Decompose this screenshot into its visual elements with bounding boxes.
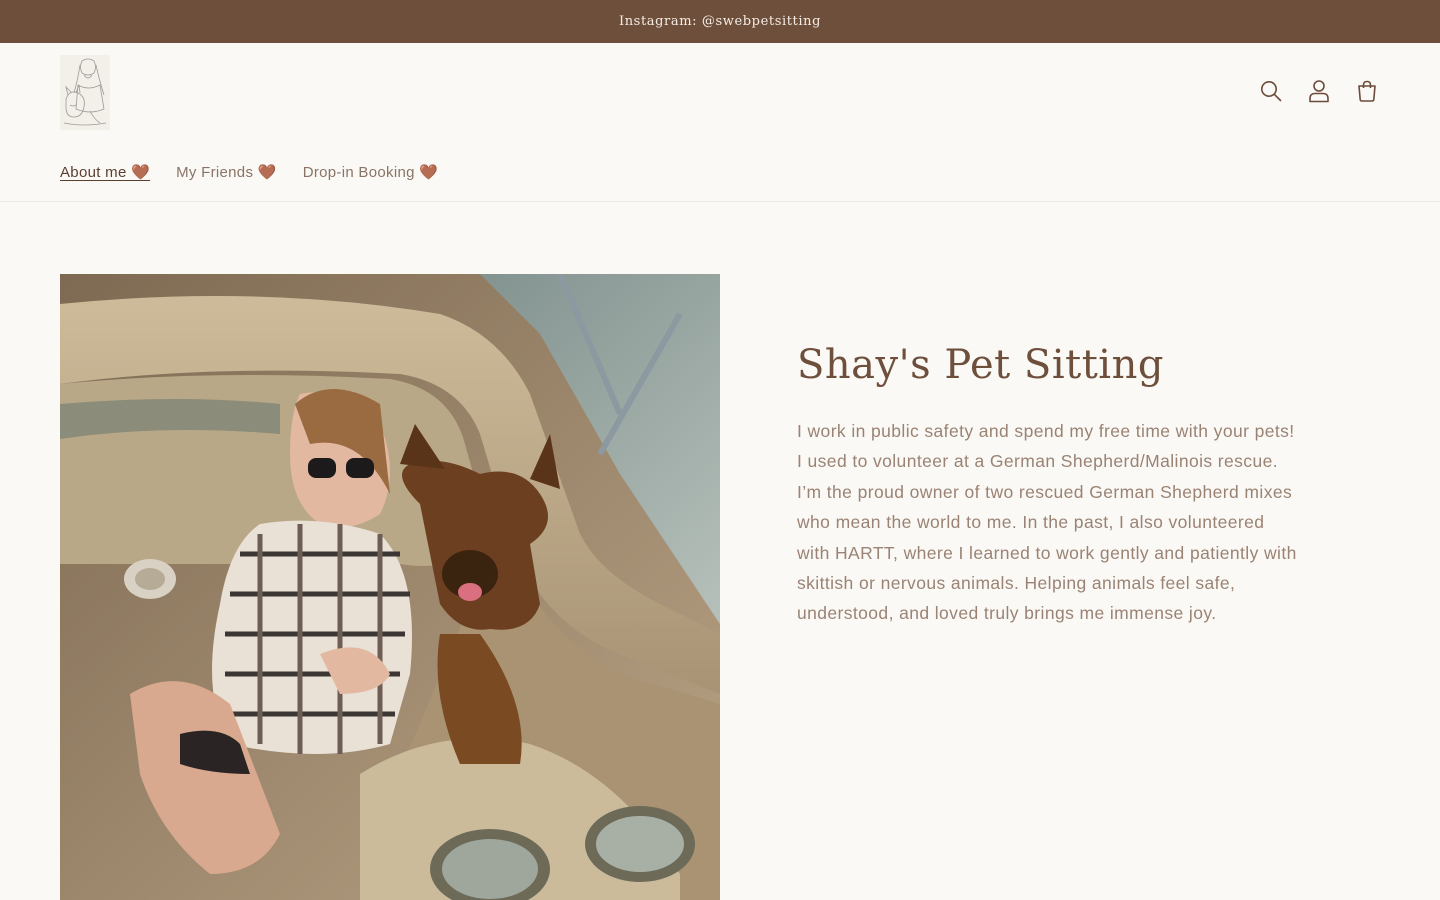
about-paragraph: I work in public safety and spend my fre… (797, 421, 1297, 624)
cart-icon[interactable] (1354, 77, 1380, 105)
site-header: About me 🤎 My Friends 🤎 Drop-in Booking … (0, 43, 1440, 202)
nav-item-drop-in-booking[interactable]: Drop-in Booking 🤎 (303, 163, 439, 181)
woman-with-dog-sketch-logo-icon (60, 55, 110, 130)
announcement-bar: Instagram: @swebpetsitting (0, 0, 1440, 43)
site-logo[interactable] (60, 55, 110, 130)
about-text-column: Shay's Pet Sitting I work in public safe… (797, 342, 1297, 629)
search-icon[interactable] (1258, 77, 1284, 105)
woman-with-german-shepherd-on-boat-photo (60, 274, 720, 900)
header-icons (1258, 77, 1380, 105)
page-title: Shay's Pet Sitting (797, 342, 1164, 388)
account-icon[interactable] (1306, 77, 1332, 105)
main-content: Shay's Pet Sitting I work in public safe… (0, 202, 1440, 900)
nav-item-my-friends[interactable]: My Friends 🤎 (176, 163, 277, 181)
main-nav: About me 🤎 My Friends 🤎 Drop-in Booking … (60, 163, 438, 181)
nav-item-about-me[interactable]: About me 🤎 (60, 163, 150, 181)
announcement-text: Instagram: @swebpetsitting (618, 14, 822, 29)
